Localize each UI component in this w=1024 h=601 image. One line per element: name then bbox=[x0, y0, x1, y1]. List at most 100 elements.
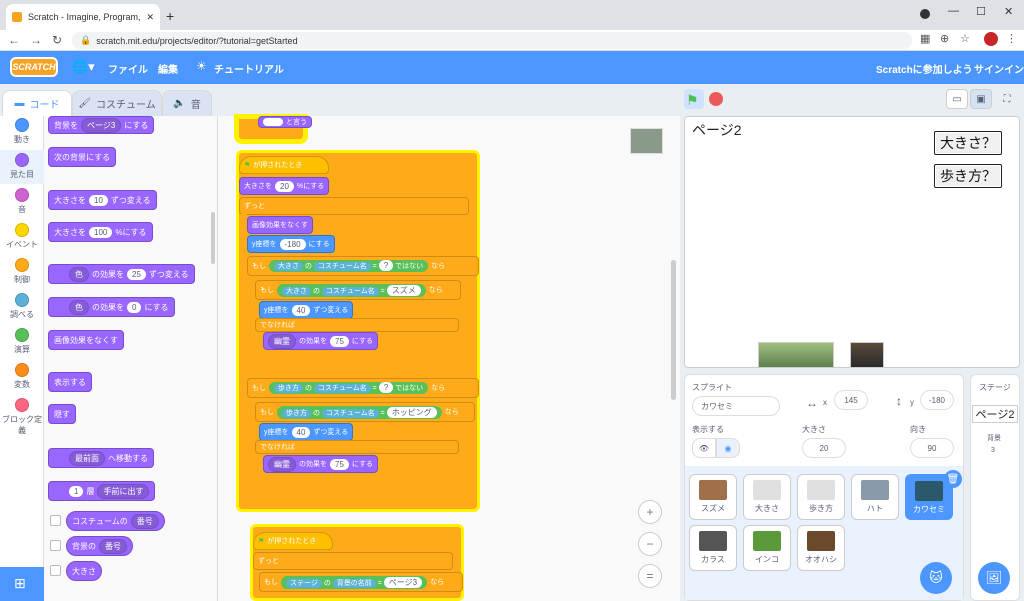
category-0[interactable]: 動き bbox=[0, 118, 44, 145]
sprite-name-input[interactable]: カワセミ bbox=[692, 396, 780, 416]
block-change-y[interactable]: y座標を 40 ずつ変える bbox=[259, 301, 354, 319]
block-forever[interactable]: ずっと bbox=[239, 197, 469, 215]
backdrop-rep-dropdown[interactable]: 番号 bbox=[99, 538, 127, 554]
reporter-size[interactable]: 大きさ bbox=[66, 561, 102, 581]
close-window-icon[interactable]: ✕ bbox=[1004, 5, 1013, 18]
block-if-else-sparrow[interactable]: もし 大きさ の コスチューム名 = スズメ なら bbox=[255, 280, 461, 300]
attribute-dropdown[interactable]: コスチューム名 bbox=[321, 286, 379, 296]
category-1[interactable]: 見た目 bbox=[0, 153, 44, 180]
fullscreen-button[interactable]: ⛶ bbox=[996, 89, 1018, 109]
category-3[interactable]: イベント bbox=[0, 223, 44, 250]
attribute-dropdown[interactable]: コスチューム名 bbox=[313, 262, 371, 271]
checkbox-costume[interactable] bbox=[50, 515, 61, 526]
green-flag-button[interactable]: ⚑ bbox=[686, 92, 699, 109]
hide-sprite-button[interactable]: ◉ bbox=[716, 438, 740, 458]
block-set-ghost-effect[interactable]: 幽霊 の効果を 75 にする bbox=[263, 332, 378, 350]
x-input[interactable]: 145 bbox=[834, 390, 868, 410]
operator-equals[interactable]: 歩き方 の コスチューム名 = ホッピング bbox=[277, 405, 442, 419]
category-2[interactable]: 音 bbox=[0, 188, 44, 215]
operator-not[interactable]: 大きさ の コスチューム名 = ? ではない bbox=[269, 260, 429, 272]
sensing-dropdown[interactable]: ステージ bbox=[286, 578, 322, 588]
extension-icon[interactable] bbox=[920, 9, 930, 19]
block-say-fragment[interactable]: と言う bbox=[258, 116, 312, 128]
menu-file[interactable]: ファイル bbox=[108, 61, 148, 76]
more-menu-icon[interactable]: ⋮ bbox=[1006, 32, 1017, 45]
block-if-size-not[interactable]: もし 大きさ の コスチューム名 = ? ではない なら bbox=[247, 256, 479, 276]
block-show[interactable]: 表示する bbox=[48, 372, 92, 392]
block-next-backdrop[interactable]: 次の背景にする bbox=[48, 147, 117, 167]
direction-input[interactable]: 90 bbox=[910, 438, 954, 458]
maximize-icon[interactable]: ☐ bbox=[976, 5, 986, 18]
small-stage-button[interactable]: ▭ bbox=[946, 89, 968, 109]
compare-input[interactable]: ? bbox=[378, 260, 394, 271]
block-change-y[interactable]: y座標を 40 ずつ変える bbox=[259, 423, 354, 441]
add-extension-button[interactable]: ⊞ bbox=[0, 567, 44, 601]
join-scratch-link[interactable]: Scratchに参加しよう bbox=[876, 61, 973, 76]
attribute-dropdown[interactable]: コスチューム名 bbox=[313, 384, 371, 393]
zoom-out-button[interactable]: − bbox=[638, 532, 662, 556]
scratch-logo[interactable]: SCRATCH bbox=[10, 57, 58, 77]
layer-dir-dropdown[interactable]: 手前に出す bbox=[97, 483, 150, 499]
attribute-dropdown[interactable]: 背景の名前 bbox=[332, 578, 376, 588]
block-set-effect[interactable]: 色 の効果を 0 にする bbox=[48, 297, 175, 317]
profile-avatar[interactable] bbox=[984, 32, 998, 46]
effect-change-input[interactable]: 25 bbox=[127, 268, 146, 280]
sprite-tile[interactable]: オオハシ bbox=[797, 525, 845, 571]
address-bar[interactable]: 🔒 scratch.mit.edu/projects/editor/?tutor… bbox=[72, 32, 912, 49]
palette-scrollbar[interactable] bbox=[211, 212, 215, 264]
category-8[interactable]: ブロック定義 bbox=[0, 398, 44, 436]
sensing-dropdown[interactable]: 歩き方 bbox=[282, 408, 311, 418]
choose-backdrop-button[interactable]: 🖼 bbox=[978, 562, 1010, 594]
y-input[interactable]: -180 bbox=[920, 390, 954, 410]
sprite-tile[interactable]: スズメ bbox=[689, 474, 737, 520]
block-change-size[interactable]: 大きさを 10 ずつ変える bbox=[48, 190, 157, 210]
operator-equals[interactable]: ステージ の 背景の名前 = ページ3 bbox=[281, 575, 428, 589]
reporter-backdrop-number[interactable]: 背景の 番号 bbox=[66, 536, 133, 556]
forward-icon[interactable]: → bbox=[30, 33, 42, 47]
block-if-walk-not[interactable]: もし 歩き方 の コスチューム名 = ? ではない なら bbox=[247, 378, 479, 398]
new-tab-icon[interactable]: + bbox=[166, 8, 174, 24]
block-set-y[interactable]: y座標を -180 にする bbox=[247, 235, 335, 253]
menu-tutorials[interactable]: チュートリアル bbox=[214, 61, 284, 76]
layer-count-input[interactable]: 1 bbox=[69, 485, 84, 497]
block-when-flag-clicked[interactable]: ⚑ が押されたとき bbox=[239, 156, 329, 174]
minimize-icon[interactable]: — bbox=[948, 5, 959, 17]
sensing-dropdown[interactable]: 大きさ bbox=[274, 262, 303, 271]
menu-edit[interactable]: 編集 bbox=[158, 61, 178, 76]
reporter-costume-number[interactable]: コスチュームの 番号 bbox=[66, 511, 165, 531]
size-input[interactable]: 20 bbox=[802, 438, 846, 458]
tab-costumes[interactable]: 🖌 コスチューム bbox=[72, 90, 162, 116]
stage-toucan-sprite[interactable] bbox=[850, 342, 884, 368]
block-go-layers[interactable]: 1 層 手前に出す bbox=[48, 481, 156, 501]
block-when-flag-clicked[interactable]: ⚑ が押されたとき bbox=[253, 532, 333, 550]
y-input[interactable]: -180 bbox=[279, 238, 306, 250]
y-change-input[interactable]: 40 bbox=[291, 426, 311, 438]
show-sprite-button[interactable]: 👁 bbox=[692, 438, 716, 458]
attribute-dropdown[interactable]: コスチューム名 bbox=[321, 408, 379, 418]
category-5[interactable]: 調べる bbox=[0, 293, 44, 320]
size-change-input[interactable]: 10 bbox=[89, 194, 108, 206]
block-hide[interactable]: 隠す bbox=[48, 404, 76, 424]
block-set-size[interactable]: 大きさを 20 %にする bbox=[239, 177, 330, 195]
block-set-ghost-effect[interactable]: 幽霊 の効果を 75 にする bbox=[263, 455, 378, 473]
browser-tab[interactable]: Scratch - Imagine, Program, Sha ✕ bbox=[6, 4, 160, 30]
y-change-input[interactable]: 40 bbox=[291, 304, 311, 316]
block-switch-backdrop[interactable]: 背景を ページ3 にする bbox=[48, 116, 155, 134]
block-if-backdrop[interactable]: もし ステージ の 背景の名前 = ページ3 なら bbox=[259, 572, 463, 592]
category-4[interactable]: 制御 bbox=[0, 258, 44, 285]
qr-icon[interactable]: ▦ bbox=[920, 32, 930, 45]
category-6[interactable]: 演算 bbox=[0, 328, 44, 355]
zoom-reset-button[interactable]: = bbox=[638, 564, 662, 588]
walk-question-button[interactable]: 歩き方？ bbox=[934, 164, 1002, 188]
checkbox-backdrop[interactable] bbox=[50, 540, 61, 551]
effect-dropdown[interactable]: 幽霊 bbox=[268, 456, 296, 472]
sprite-tile[interactable]: ハト bbox=[851, 474, 899, 520]
sign-in-link[interactable]: サインイン bbox=[974, 61, 1024, 76]
close-tab-icon[interactable]: ✕ bbox=[146, 12, 154, 23]
compare-input[interactable]: ホッピング bbox=[386, 406, 437, 418]
effect-dropdown[interactable]: 色 bbox=[69, 299, 89, 315]
zoom-in-button[interactable]: + bbox=[638, 500, 662, 524]
tab-code[interactable]: ▬ コード bbox=[2, 90, 72, 116]
compare-input[interactable]: ページ3 bbox=[383, 576, 423, 588]
effect-input[interactable]: 75 bbox=[330, 335, 349, 347]
